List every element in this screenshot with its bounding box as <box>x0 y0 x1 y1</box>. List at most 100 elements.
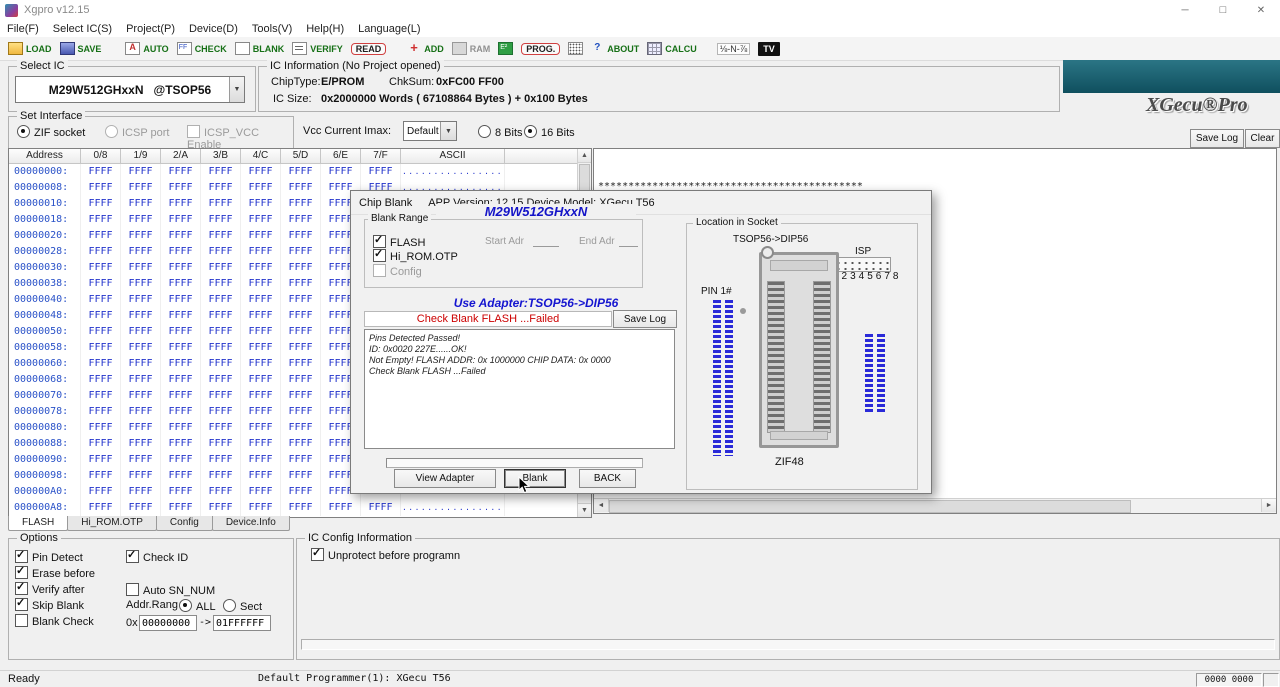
hex-cell[interactable]: FFFF <box>121 196 161 212</box>
toolbar-about-button[interactable]: ABOUT <box>587 39 643 59</box>
log-hscrollbar[interactable] <box>594 498 1276 513</box>
unprotect-checkbox[interactable]: Unprotect before programn <box>311 548 460 562</box>
hex-cell[interactable]: FFFF <box>161 260 201 276</box>
hex-cell[interactable]: FFFF <box>81 356 121 372</box>
toolbar-read-button[interactable]: READ <box>347 39 391 59</box>
hex-cell[interactable]: FFFF <box>241 500 281 516</box>
hex-cell[interactable]: FFFF <box>201 484 241 500</box>
hex-cell[interactable]: FFFF <box>281 324 321 340</box>
hex-cell[interactable]: FFFF <box>201 180 241 196</box>
zif-socket-radio[interactable]: ZIF socket <box>17 125 85 139</box>
toolbar-prog-button[interactable]: PROG. <box>517 39 564 59</box>
hex-cell[interactable]: FFFF <box>81 484 121 500</box>
hex-cell[interactable]: FFFF <box>201 324 241 340</box>
tab-device-info[interactable]: Device.Info <box>212 516 290 531</box>
hex-cell[interactable]: FFFF <box>121 372 161 388</box>
hex-cell[interactable]: FFFF <box>281 164 321 180</box>
hex-cell[interactable]: FFFF <box>81 468 121 484</box>
vcc-current-dropdown-icon[interactable] <box>440 122 456 140</box>
hex-cell[interactable]: FFFF <box>281 404 321 420</box>
bits16-radio[interactable]: 16 Bits <box>524 125 575 139</box>
hex-cell[interactable]: FFFF <box>161 228 201 244</box>
menu-item-filef[interactable]: File(F) <box>0 23 46 35</box>
toolbar-calcu-button[interactable]: CALCU <box>643 39 701 59</box>
hi-rom-checkbox[interactable]: Hi_ROM.OTP <box>373 249 458 263</box>
menu-item-helph[interactable]: Help(H) <box>299 23 351 35</box>
hex-cell[interactable]: FFFF <box>201 340 241 356</box>
sect-radio-circle[interactable] <box>223 599 236 612</box>
hex-cell[interactable]: FFFF <box>121 484 161 500</box>
hex-cell[interactable]: FFFF <box>81 308 121 324</box>
toolbar-verify-button[interactable]: VERIFY <box>288 39 347 59</box>
hex-cell[interactable]: FFFF <box>281 468 321 484</box>
save-log-button[interactable]: Save Log <box>1190 129 1244 148</box>
hex-cell[interactable]: FFFF <box>241 404 281 420</box>
hex-cell[interactable]: FFFF <box>161 436 201 452</box>
hex-cell[interactable]: FFFF <box>201 196 241 212</box>
hex-cell[interactable]: FFFF <box>201 372 241 388</box>
hex-cell[interactable]: FFFF <box>281 420 321 436</box>
toolbar-check-button[interactable]: CHECK <box>173 39 231 59</box>
menu-item-projectp[interactable]: Project(P) <box>119 23 182 35</box>
tab-config[interactable]: Config <box>156 516 213 531</box>
scroll-up-icon[interactable] <box>578 149 591 163</box>
all-radio-circle[interactable] <box>179 599 192 612</box>
clear-button[interactable]: Clear <box>1245 129 1280 148</box>
hex-cell[interactable]: FFFF <box>241 292 281 308</box>
hex-cell[interactable]: FFFF <box>81 324 121 340</box>
hex-cell[interactable]: FFFF <box>241 436 281 452</box>
hex-cell[interactable]: FFFF <box>161 468 201 484</box>
hex-cell[interactable]: FFFF <box>201 420 241 436</box>
blank-check-box[interactable] <box>15 614 28 627</box>
hex-cell[interactable]: FFFF <box>241 484 281 500</box>
toolbar-socket-button[interactable] <box>564 39 587 59</box>
toolbar-add-button[interactable]: ADD <box>404 39 448 59</box>
hex-cell[interactable]: FFFF <box>241 372 281 388</box>
hex-cell[interactable]: FFFF <box>81 212 121 228</box>
hex-cell[interactable]: FFFF <box>121 244 161 260</box>
hex-cell[interactable]: FFFF <box>281 276 321 292</box>
hex-cell[interactable]: FFFF <box>201 436 241 452</box>
hex-cell[interactable]: FFFF <box>241 324 281 340</box>
hex-cell[interactable]: FFFF <box>81 340 121 356</box>
hex-cell[interactable]: FFFF <box>121 260 161 276</box>
hex-cell[interactable]: FFFF <box>201 500 241 516</box>
bits8-radio-circle[interactable] <box>478 125 491 138</box>
hex-cell[interactable]: FFFF <box>241 276 281 292</box>
hex-cell[interactable]: FFFF <box>161 212 201 228</box>
hex-cell[interactable]: FFFF <box>161 324 201 340</box>
hex-cell[interactable]: FFFF <box>161 484 201 500</box>
hex-cell[interactable]: FFFF <box>241 356 281 372</box>
hi-rom-box[interactable] <box>373 249 386 262</box>
hex-cell[interactable]: FFFF <box>361 164 401 180</box>
hex-cell[interactable]: FFFF <box>81 388 121 404</box>
unprotect-box[interactable] <box>311 548 324 561</box>
toolbar-load-button[interactable]: LOAD <box>4 39 56 59</box>
hex-cell[interactable]: FFFF <box>241 340 281 356</box>
check-id-checkbox[interactable]: Check ID <box>126 550 188 564</box>
hex-cell[interactable]: FFFF <box>81 260 121 276</box>
hex-cell[interactable]: FFFF <box>201 228 241 244</box>
dialog-save-log-button[interactable]: Save Log <box>613 310 677 328</box>
hex-cell[interactable]: FFFF <box>121 292 161 308</box>
icsp-vcc-checkbox-box[interactable] <box>187 125 200 138</box>
verify-after-checkbox[interactable]: Verify after <box>15 582 85 596</box>
menu-item-toolsv[interactable]: Tools(V) <box>245 23 299 35</box>
hex-cell[interactable]: FFFF <box>161 404 201 420</box>
auto-sn-box[interactable] <box>126 583 139 596</box>
hex-cell[interactable]: FFFF <box>81 196 121 212</box>
hex-cell[interactable]: FFFF <box>81 452 121 468</box>
hex-cell[interactable]: FFFF <box>161 356 201 372</box>
minimize-button[interactable] <box>1166 0 1204 20</box>
hex-cell[interactable]: FFFF <box>161 420 201 436</box>
hex-cell[interactable]: FFFF <box>281 292 321 308</box>
pin-detect-checkbox[interactable]: Pin Detect <box>15 550 83 564</box>
hex-cell[interactable]: FFFF <box>121 180 161 196</box>
hex-cell[interactable]: FFFF <box>121 356 161 372</box>
hex-cell[interactable]: FFFF <box>81 500 121 516</box>
erase-before-box[interactable] <box>15 566 28 579</box>
hex-cell[interactable]: FFFF <box>121 404 161 420</box>
tab-flash[interactable]: FLASH <box>8 516 68 531</box>
hscroll-thumb[interactable] <box>609 500 1131 513</box>
hex-cell[interactable]: FFFF <box>161 164 201 180</box>
